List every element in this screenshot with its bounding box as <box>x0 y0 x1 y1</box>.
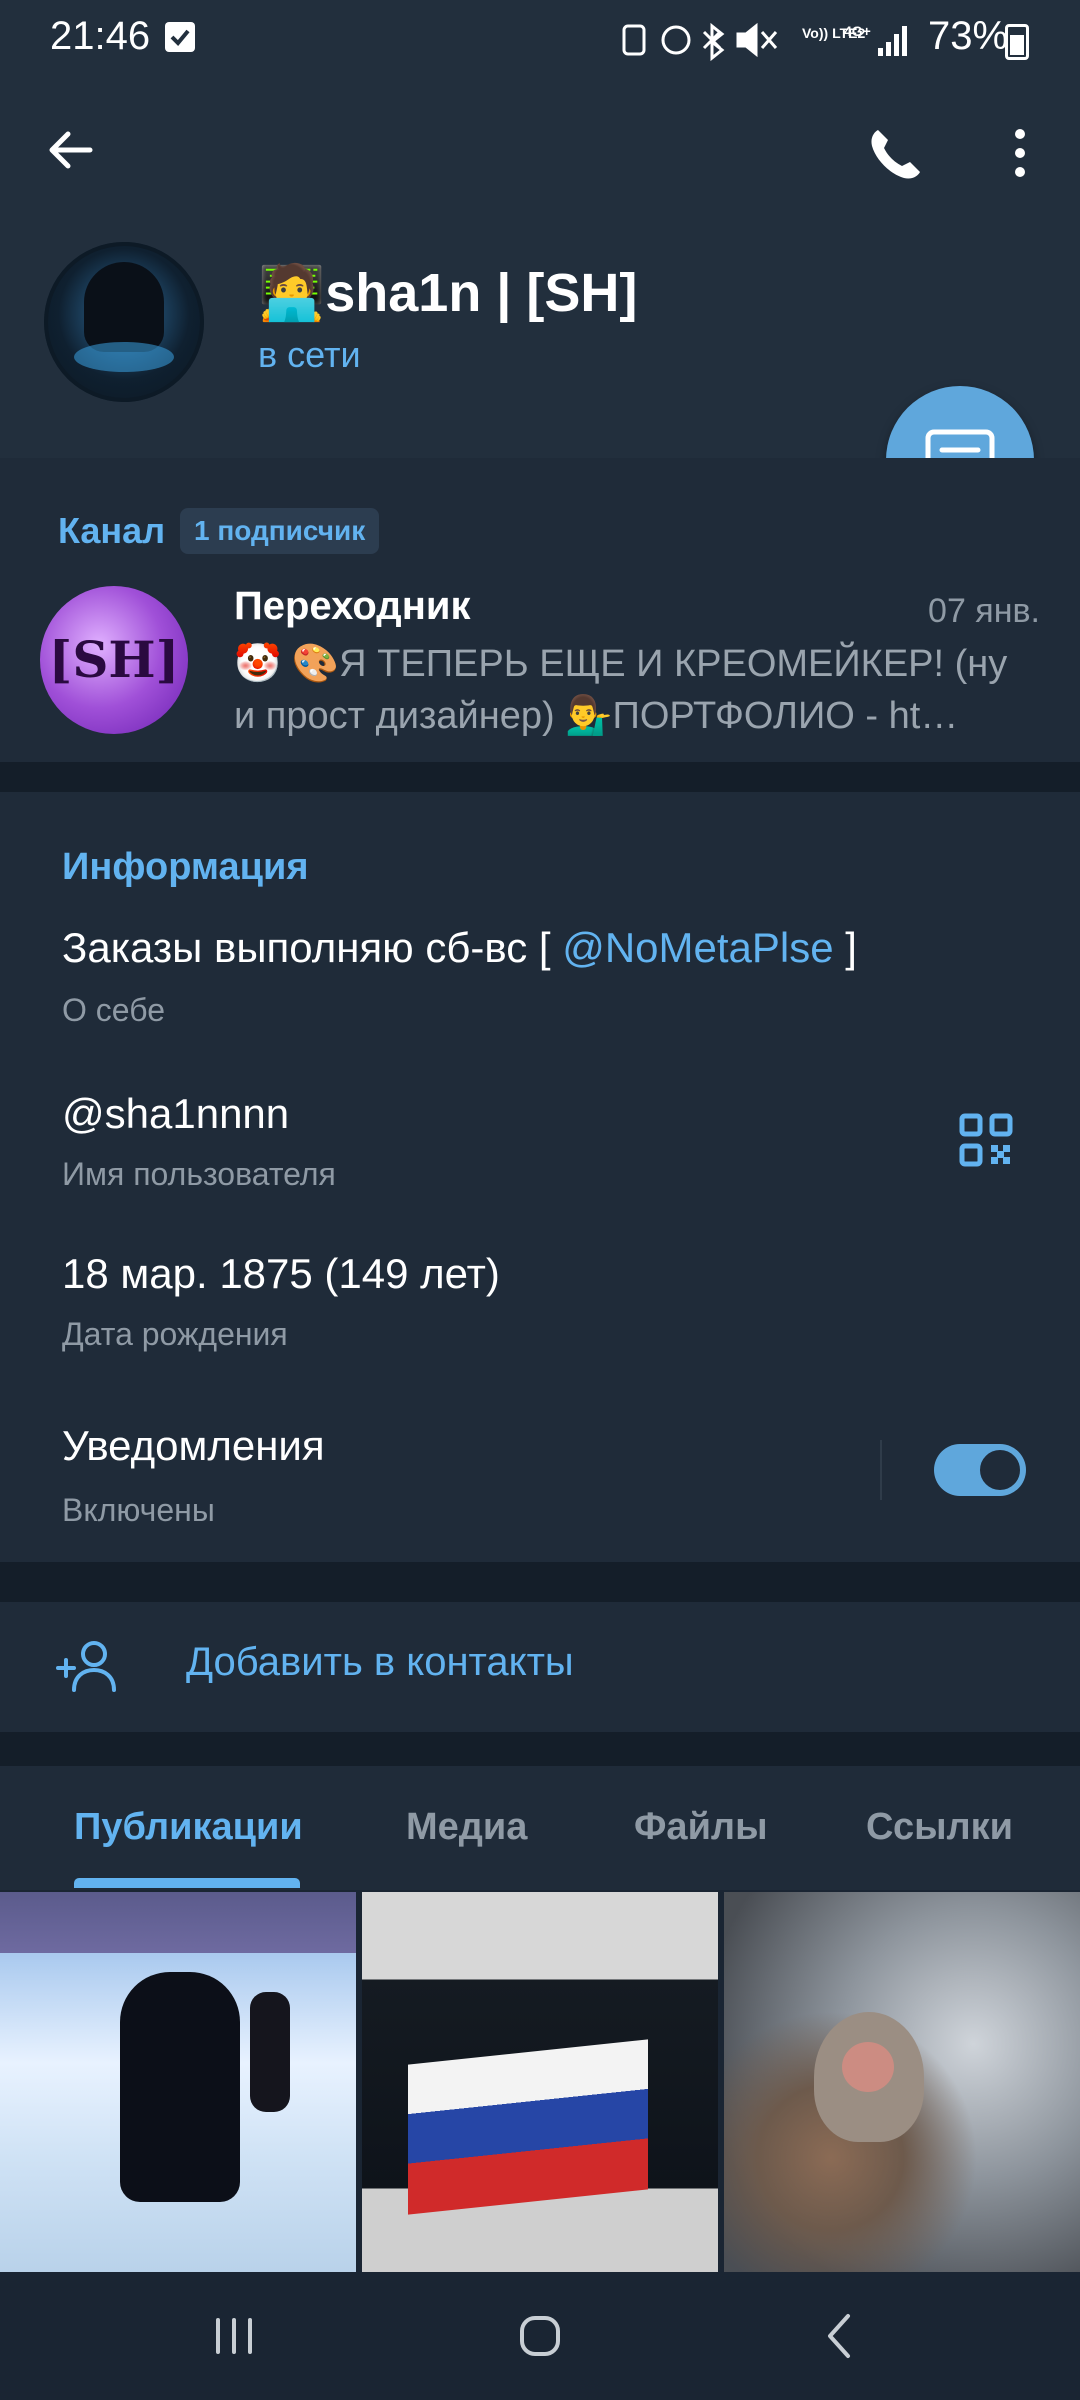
nav-back-button[interactable] <box>824 2312 854 2360</box>
channel-title: Переходник <box>234 584 471 628</box>
notifications-state: Включены <box>62 1492 215 1528</box>
tab-links[interactable]: Ссылки <box>866 1806 1013 1849</box>
vertical-divider <box>880 1440 882 1500</box>
tab-media[interactable]: Медиа <box>406 1806 527 1849</box>
info-section-title: Информация <box>62 846 309 888</box>
recycle-icon <box>622 24 646 56</box>
bio-prefix: Заказы выполняю сб-вс [ <box>62 924 563 971</box>
tab-files[interactable]: Файлы <box>634 1806 768 1849</box>
media-thumbnail[interactable] <box>724 1892 1080 2272</box>
home-button[interactable] <box>516 2312 564 2360</box>
bio-text[interactable]: Заказы выполняю сб-вс [ @NoMetaPlse ] <box>62 924 857 972</box>
channel-preview: 🤡 🎨Я ТЕПЕРЬ ЕЩЕ И КРЕОМЕЙКЕР! (ну и прос… <box>234 643 1008 737</box>
battery-percent: 73% <box>928 14 1009 58</box>
bluetooth-icon <box>702 22 725 62</box>
online-status: в сети <box>258 334 361 375</box>
channel-date: 07 янв. <box>928 592 1040 630</box>
status-icons: Vo)) LTE2 4G+ <box>620 18 910 62</box>
channel-section-title: Канал <box>58 510 166 551</box>
status-bar <box>0 0 1080 80</box>
more-vertical-icon <box>1015 129 1025 177</box>
channel-avatar-logo: [SH] <box>48 630 180 689</box>
profile-avatar[interactable] <box>44 242 204 402</box>
more-options-button[interactable] <box>1000 120 1040 190</box>
back-button[interactable] <box>40 120 100 180</box>
media-thumbnail[interactable] <box>0 1892 356 2272</box>
notification-check-icon <box>165 22 195 52</box>
profile-name: 🧑‍💻sha1n | [SH] <box>258 263 638 323</box>
bio-mention-link[interactable]: @NoMetaPlse <box>562 924 833 971</box>
home-icon <box>520 2316 560 2356</box>
media-thumbnail[interactable] <box>362 1892 718 2272</box>
recent-apps-icon <box>216 2318 252 2354</box>
bio-suffix: ] <box>833 924 857 971</box>
birthday-value: 18 мар. 1875 (149 лет) <box>62 1250 500 1297</box>
section-divider <box>0 762 1080 792</box>
section-divider <box>0 1732 1080 1766</box>
qr-code-icon[interactable] <box>958 1112 1014 1168</box>
phone-icon <box>871 130 920 179</box>
active-tab-indicator <box>74 1878 300 1888</box>
notifications-toggle[interactable] <box>934 1444 1026 1496</box>
status-time: 21:46 <box>50 14 151 58</box>
username-label: Имя пользователя <box>62 1156 336 1192</box>
mute-icon <box>736 22 778 58</box>
tab-publications[interactable]: Публикации <box>74 1806 303 1849</box>
signal-4g-icon: 4G+ <box>844 23 871 39</box>
signal-icon <box>878 26 907 56</box>
bio-label: О себе <box>62 992 165 1028</box>
notifications-title[interactable]: Уведомления <box>62 1422 325 1470</box>
chevron-left-icon <box>828 2314 850 2358</box>
subscriber-count-badge: 1 подписчик <box>180 508 380 554</box>
battery-icon <box>1005 24 1029 60</box>
add-contact-label[interactable]: Добавить в контакты <box>186 1640 574 1685</box>
section-divider <box>0 1562 1080 1602</box>
birthday-label: Дата рождения <box>62 1316 288 1352</box>
add-person-icon <box>54 1632 122 1700</box>
arrow-left-icon <box>49 131 93 169</box>
username-value[interactable]: @sha1nnnn <box>62 1090 289 1138</box>
recent-apps-button[interactable] <box>212 2318 256 2354</box>
alarm-icon <box>661 25 691 55</box>
call-button[interactable] <box>860 120 930 190</box>
